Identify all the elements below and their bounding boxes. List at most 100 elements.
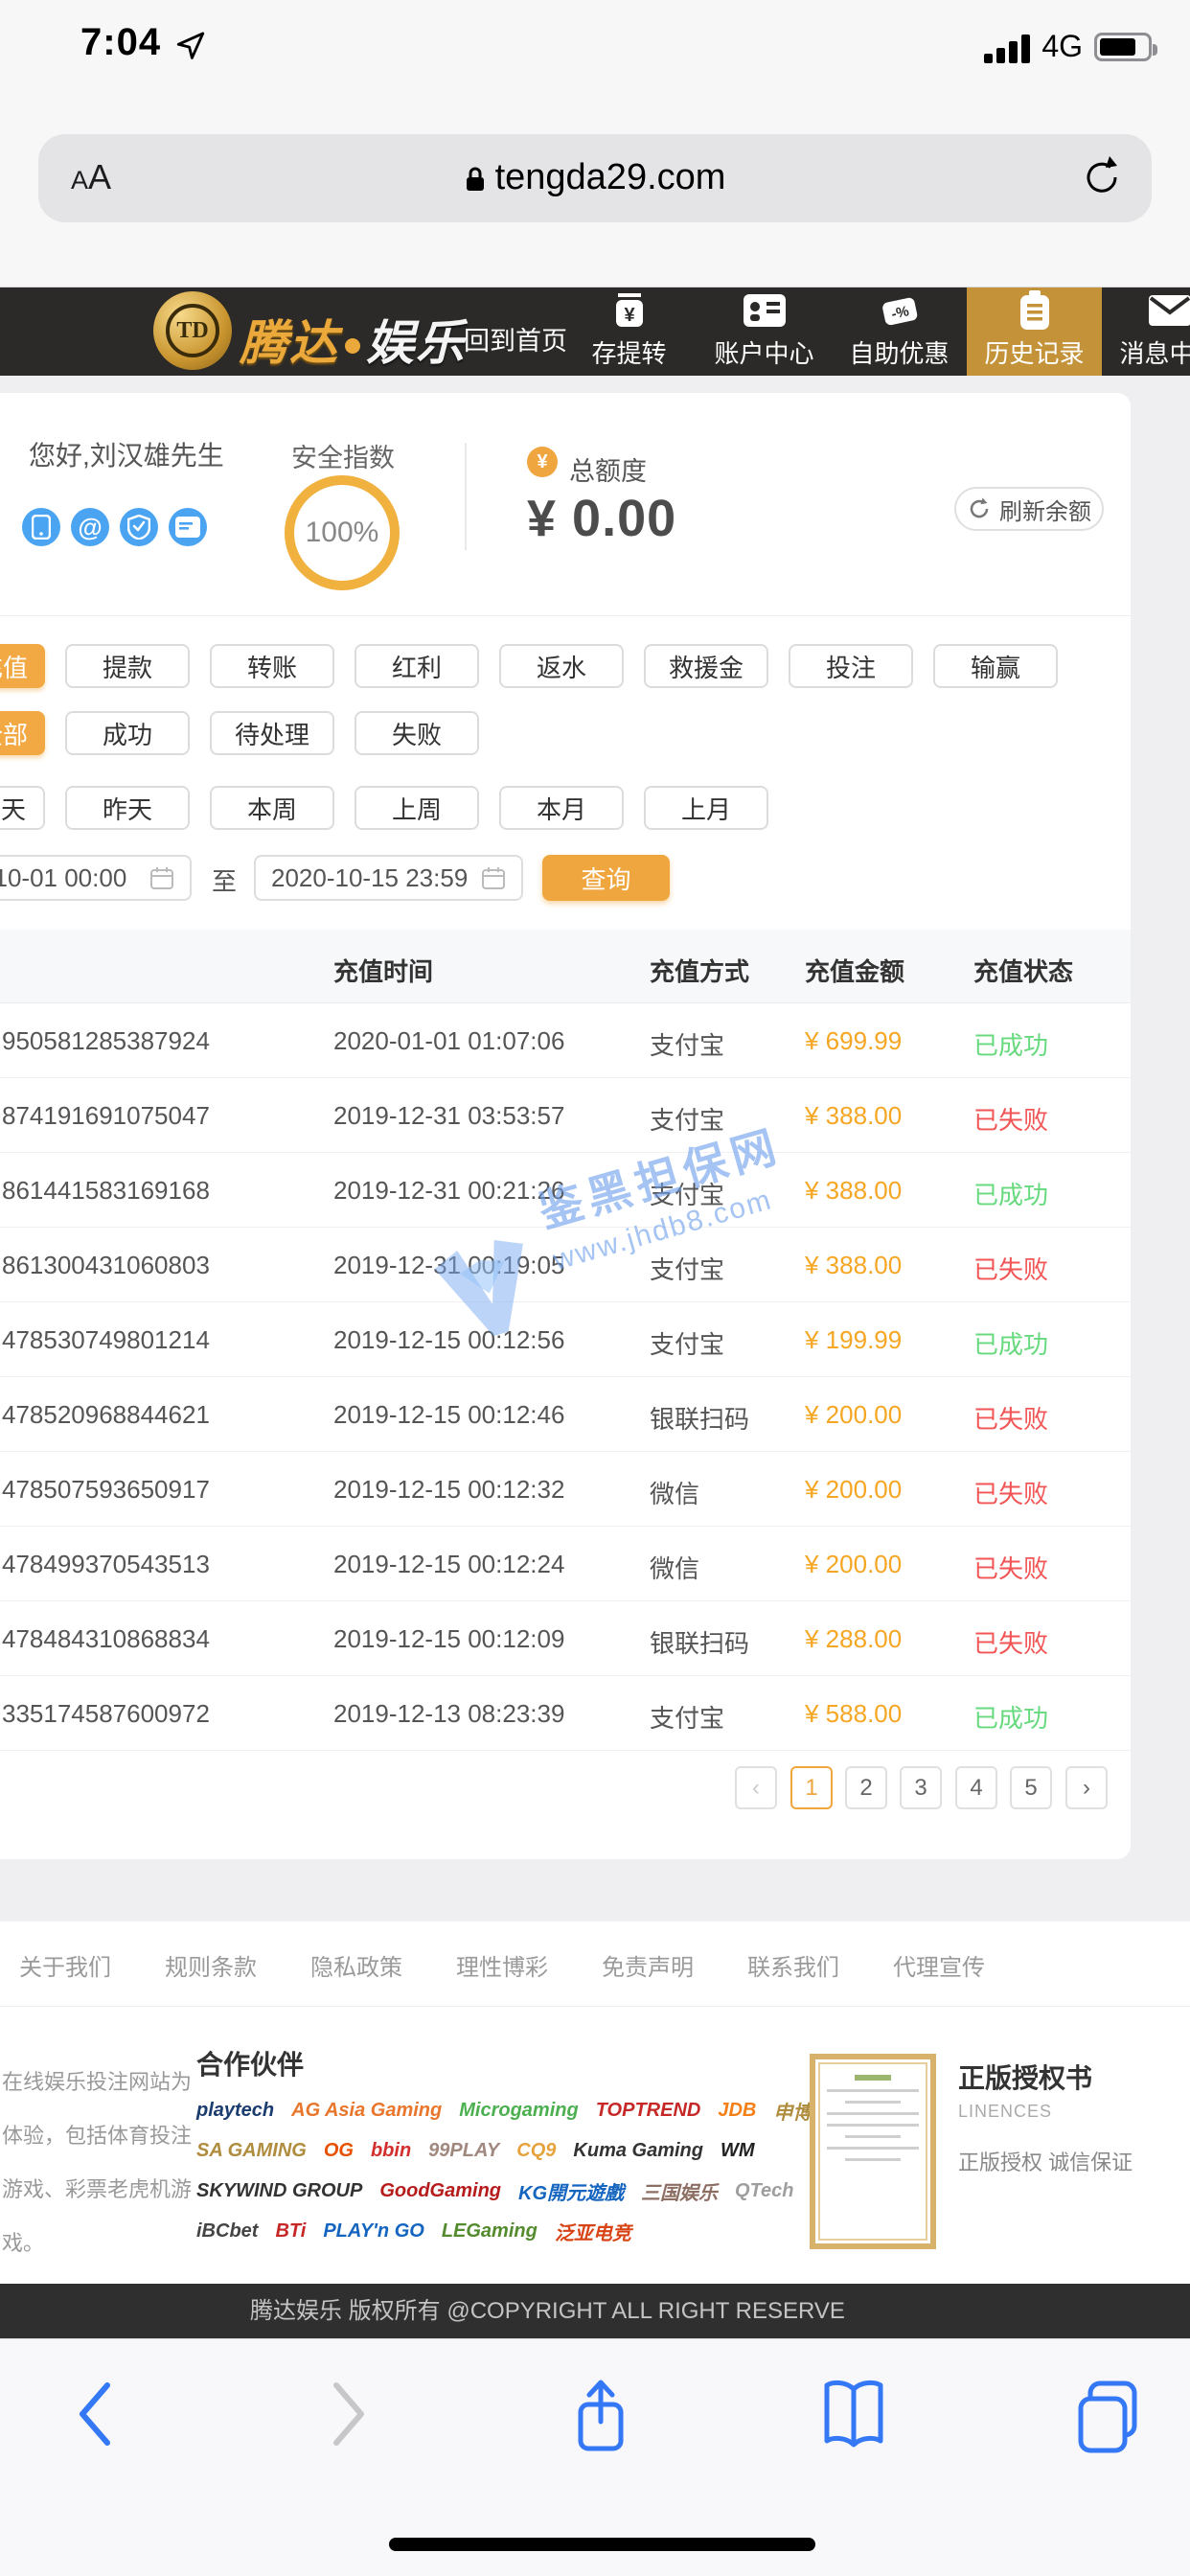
table-row: 4784993705435132019-12-15 00:12:24微信¥ 20… [0,1527,1131,1601]
refresh-balance-button[interactable]: 刷新余额 [954,487,1104,531]
day-filter-button[interactable]: 本周 [210,786,334,830]
recharge-time: 2019-12-15 00:12:56 [333,1325,564,1355]
nav-item-message[interactable]: 消息中心 [1102,288,1190,376]
table-row: 8613004310608032019-12-31 00:19:05支付宝¥ 3… [0,1228,1131,1302]
recharge-time: 2019-12-13 08:23:39 [333,1699,564,1729]
partner-logo: 申博 [773,2097,812,2125]
recharge-method: 支付宝 [650,1699,724,1735]
calendar-icon [481,865,506,890]
recharge-status: 已失败 [973,1101,1048,1137]
type-filter-button[interactable]: 红利 [355,644,479,688]
recharge-status: 已成功 [973,1325,1048,1361]
status-selected-button[interactable]: 全部 [0,711,45,755]
phone-icon[interactable] [22,508,60,546]
day-filter-button[interactable]: 本月 [499,786,624,830]
day-filter-button[interactable]: 昨天 [65,786,190,830]
partner-logo: OG [324,2140,354,2162]
tabs-icon[interactable] [1073,2378,1146,2459]
security-index-label: 安全指数 [285,437,401,474]
footer-link[interactable]: 规则条款 [165,1948,257,1982]
type-selected-button[interactable]: 充值 [0,644,45,688]
refresh-icon[interactable] [1081,153,1123,206]
type-filter-button[interactable]: 转账 [210,644,334,688]
recharge-status: 已失败 [973,1400,1048,1436]
address-field[interactable]: tengda29.com [38,157,1152,198]
day-filter-button[interactable]: 上月 [644,786,768,830]
footer-link[interactable]: 代理宣传 [893,1948,985,1982]
at-icon[interactable]: @ [71,508,109,546]
back-icon[interactable] [73,2378,117,2455]
recharge-time: 2019-12-31 00:21:26 [333,1176,564,1206]
status-filter-row: 全部 成功待处理失败 [0,711,1131,755]
footer-link[interactable]: 关于我们 [19,1948,111,1982]
about-text: 在线娱乐投注网站为体验，包括体育投注游戏、彩票老虎机游戏。 [2,2056,192,2270]
order-number: 478530749801214 [2,1325,210,1355]
bank-card-icon[interactable] [169,508,207,546]
search-button[interactable]: 查询 [542,855,670,901]
share-icon[interactable] [569,2378,632,2459]
nav-item-account-center[interactable]: 账户中心 [697,288,832,376]
status-filter-button[interactable]: 待处理 [210,711,334,755]
status-filter-button[interactable]: 失败 [355,711,479,755]
footer-link[interactable]: 理性博彩 [456,1948,548,1982]
recharge-amount: ¥ 388.00 [805,1176,902,1206]
recharge-amount: ¥ 200.00 [805,1400,902,1430]
panel-divider [465,443,467,550]
day-filter-button[interactable]: 上周 [355,786,479,830]
table-row: 8614415831691682019-12-31 00:21:26支付宝¥ 3… [0,1153,1131,1228]
order-number: 478499370543513 [2,1550,210,1579]
url-bar[interactable]: AA tengda29.com [38,134,1152,222]
home-indicator[interactable] [389,2538,815,2551]
partner-logo: AG Asia Gaming [291,2100,442,2122]
partner-logo: LEGaming [442,2220,538,2242]
about-line: 在线娱乐投注网站为 [2,2056,192,2109]
account-center-icon [744,293,786,328]
status-time: 7:04 [80,21,161,64]
table-body: 9505812853879242020-01-01 01:07:06支付宝¥ 6… [0,1003,1131,1751]
type-filter-button[interactable]: 救援金 [644,644,768,688]
next-page-button[interactable]: › [1065,1766,1108,1809]
nav-item-history[interactable]: 历史记录 [967,288,1102,376]
type-filter-button[interactable]: 提款 [65,644,190,688]
footer-link[interactable]: 联系我们 [747,1948,839,1982]
partner-logo: TOPTREND [596,2100,701,2122]
footer-link[interactable]: 隐私政策 [310,1948,402,1982]
date-to-label: 至 [212,862,237,898]
date-from-input[interactable]: 2020-10-01 00:00 [0,855,192,901]
column-header: 充值方式 [650,953,749,988]
footer-link[interactable]: 免责声明 [602,1948,694,1982]
type-filter-button[interactable]: 输赢 [933,644,1058,688]
page-button[interactable]: 4 [955,1766,997,1809]
safari-top-chrome: 7:04 4G AA tengda29.com [0,0,1190,288]
status-right-cluster: 4G [984,29,1152,64]
forward-icon[interactable] [327,2378,371,2455]
page-button[interactable]: 3 [900,1766,942,1809]
nav-item-promo[interactable]: -%自助优惠 [832,288,967,376]
status-filter-button[interactable]: 成功 [65,711,190,755]
day-selected-button[interactable]: 今天 [0,786,45,830]
brand-logo-icon[interactable]: TD [153,291,232,370]
partner-logo: WM [721,2140,755,2162]
type-filter-button[interactable]: 返水 [499,644,624,688]
column-header: 充值金额 [805,953,904,988]
partner-logo: 泛亚电竞 [555,2218,631,2245]
prev-page-button[interactable]: ‹ [735,1766,777,1809]
license-certificate-image [810,2054,936,2249]
partner-logo: KG開元遊戲 [518,2177,624,2205]
table-row: 4784843108688342019-12-15 00:12:09银联扫码¥ … [0,1601,1131,1676]
bookmarks-icon[interactable] [819,2378,888,2455]
page-button[interactable]: 2 [845,1766,887,1809]
shield-check-icon[interactable] [120,508,158,546]
recharge-method: 支付宝 [650,1026,724,1062]
nav-item-deposit-transfer[interactable]: ¥存提转 [561,288,697,376]
panel-bottom-border [0,615,1131,616]
type-filter-button[interactable]: 投注 [789,644,913,688]
page-button[interactable]: 1 [790,1766,833,1809]
brand-name[interactable]: 腾达娱乐 [240,305,466,374]
date-to-input[interactable]: 2020-10-15 23:59 [254,855,523,901]
back-to-home-link[interactable]: 回到首页 [464,320,567,357]
history-card: 您好,刘汉雄先生 @ 安全指数 100% ¥ 总额度 ¥ 0.00 刷新余额 充… [0,393,1131,1859]
column-header: 充值时间 [333,953,433,988]
recharge-method: 支付宝 [650,1176,724,1211]
page-button[interactable]: 5 [1010,1766,1052,1809]
